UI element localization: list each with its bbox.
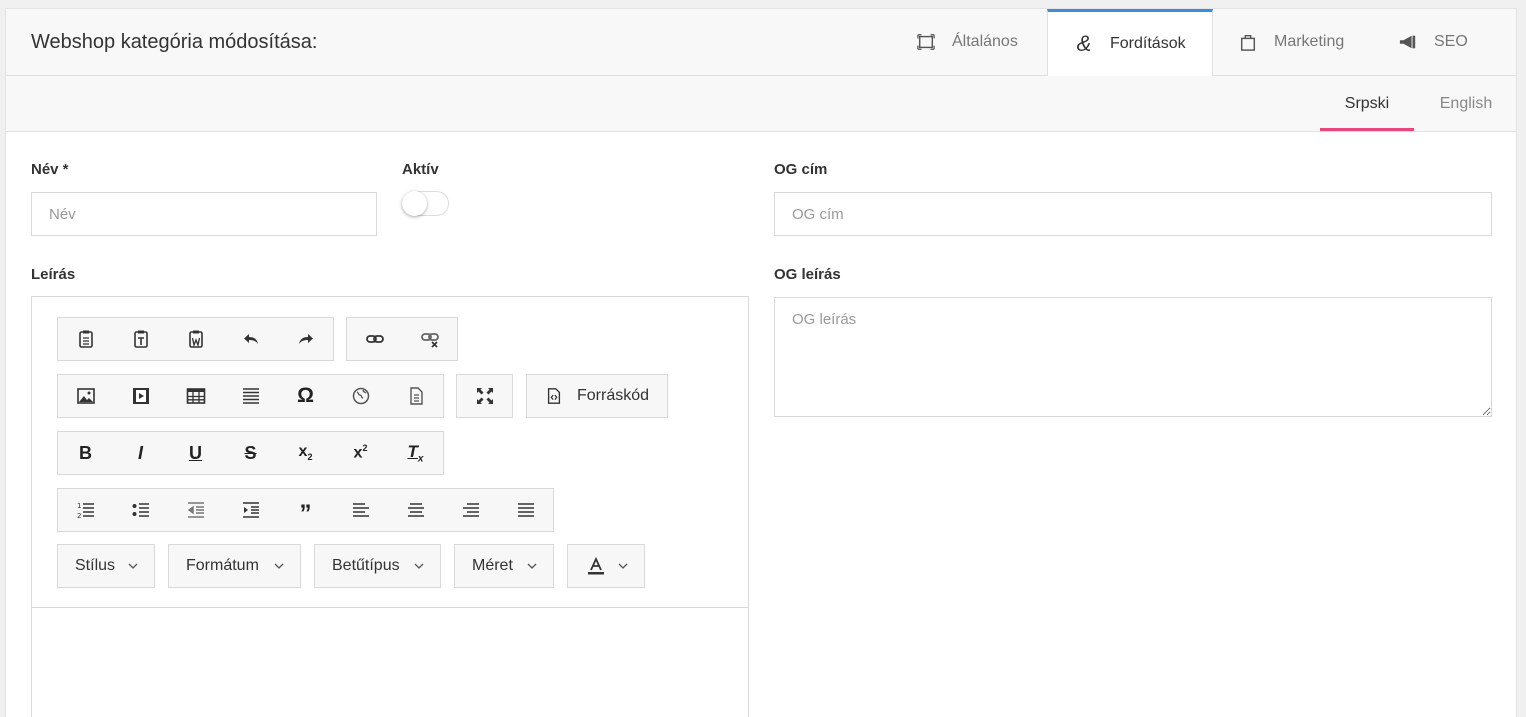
video-icon[interactable] (113, 375, 168, 417)
underline-icon[interactable]: U (168, 432, 223, 474)
remove-format-icon[interactable]: Tx (388, 432, 443, 474)
tab-translations[interactable]: & Fordítások (1047, 9, 1213, 76)
editor-content-area[interactable] (32, 608, 748, 717)
ampersand-icon: & (1076, 31, 1092, 56)
italic-icon[interactable]: I (113, 432, 168, 474)
category-edit-card: Webshop kategória módosítása: Általános … (5, 8, 1517, 717)
align-center-icon[interactable] (388, 489, 443, 531)
tab-general-label: Általános (952, 33, 1018, 50)
og-description-label: OG leírás (774, 266, 841, 283)
paste-icon[interactable] (58, 318, 113, 360)
maximize-icon[interactable] (457, 375, 512, 417)
toolbar-maximize-group (456, 374, 513, 418)
strikethrough-icon[interactable]: S (223, 432, 278, 474)
language-tabs: Srpski English (6, 76, 1516, 132)
toolbar-source-group: Forráskód (526, 374, 668, 418)
size-dropdown-label: Méret (472, 557, 513, 574)
shopping-bag-icon (1238, 32, 1258, 52)
tab-marketing-label: Marketing (1274, 33, 1345, 50)
outdent-icon[interactable] (168, 489, 223, 531)
text-color-icon (587, 556, 604, 575)
toolbar-clipboard-group (57, 317, 334, 361)
tab-translations-label: Fordítások (1110, 35, 1186, 52)
page-break-icon[interactable] (388, 375, 443, 417)
undo-icon[interactable] (223, 318, 278, 360)
table-icon[interactable] (168, 375, 223, 417)
superscript-icon[interactable]: x2 (333, 432, 388, 474)
tab-general[interactable]: Általános (916, 9, 1018, 75)
og-title-input[interactable] (774, 192, 1492, 236)
unlink-icon[interactable] (402, 318, 457, 360)
lang-tab-srpski[interactable]: Srpski (1320, 76, 1414, 131)
toolbar-format-group: B I U S x2 x2 Tx (57, 431, 444, 475)
align-right-icon[interactable] (443, 489, 498, 531)
blockquote-icon[interactable]: ” (278, 489, 333, 531)
description-label: Leírás (31, 266, 76, 283)
toolbar-paragraph-group: 12 ” (57, 488, 554, 532)
megaphone-icon (1398, 32, 1418, 52)
lang-tab-english[interactable]: English (1426, 76, 1506, 131)
align-left-icon[interactable] (333, 489, 388, 531)
chevron-down-icon (274, 563, 284, 569)
name-label: Név * (31, 161, 69, 178)
tab-seo[interactable]: SEO (1398, 9, 1468, 75)
toolbar-link-group (346, 317, 458, 361)
toggle-knob (402, 191, 427, 216)
svg-text:2: 2 (77, 512, 81, 520)
subscript-icon[interactable]: x2 (278, 432, 333, 474)
active-label: Aktív (402, 161, 439, 178)
horizontal-rule-icon[interactable] (223, 375, 278, 417)
chevron-down-icon (527, 563, 537, 569)
redo-icon[interactable] (278, 318, 333, 360)
og-title-label: OG cím (774, 161, 828, 178)
font-dropdown[interactable]: Betűtípus (314, 544, 441, 588)
bold-icon[interactable]: B (58, 432, 113, 474)
rich-text-editor: Ω Forráskód B I U S x2 x2 Tx 12 ” Stílus… (31, 296, 749, 717)
tab-seo-label: SEO (1434, 33, 1468, 50)
og-description-textarea[interactable] (774, 297, 1492, 417)
source-button-label: Forráskód (577, 387, 650, 404)
chevron-down-icon (128, 563, 138, 569)
indent-icon[interactable] (223, 489, 278, 531)
name-input[interactable] (31, 192, 377, 236)
source-code-icon (547, 388, 561, 404)
globe-icon[interactable] (333, 375, 388, 417)
chevron-down-icon (618, 563, 627, 569)
page-title: Webshop kategória módosítása: (31, 31, 318, 53)
text-color-dropdown[interactable] (567, 544, 645, 588)
chevron-down-icon (414, 563, 424, 569)
numbered-list-icon[interactable]: 12 (58, 489, 113, 531)
special-char-icon[interactable]: Ω (278, 375, 333, 417)
bullet-list-icon[interactable] (113, 489, 168, 531)
svg-text:1: 1 (77, 502, 81, 510)
frame-icon (916, 32, 936, 52)
style-dropdown-label: Stílus (75, 557, 116, 574)
active-toggle[interactable] (402, 191, 449, 216)
tab-marketing[interactable]: Marketing (1238, 9, 1344, 75)
format-dropdown-label: Formátum (186, 557, 259, 574)
header-bar: Webshop kategória módosítása: Általános … (6, 9, 1516, 76)
font-dropdown-label: Betűtípus (332, 557, 400, 574)
toolbar-insert-group: Ω (57, 374, 444, 418)
link-icon[interactable] (347, 318, 402, 360)
style-dropdown[interactable]: Stílus (57, 544, 155, 588)
image-icon[interactable] (58, 375, 113, 417)
format-dropdown[interactable]: Formátum (168, 544, 301, 588)
paste-text-icon[interactable] (113, 318, 168, 360)
align-justify-icon[interactable] (498, 489, 553, 531)
size-dropdown[interactable]: Méret (454, 544, 554, 588)
source-button[interactable]: Forráskód (527, 387, 667, 405)
paste-word-icon[interactable] (168, 318, 223, 360)
